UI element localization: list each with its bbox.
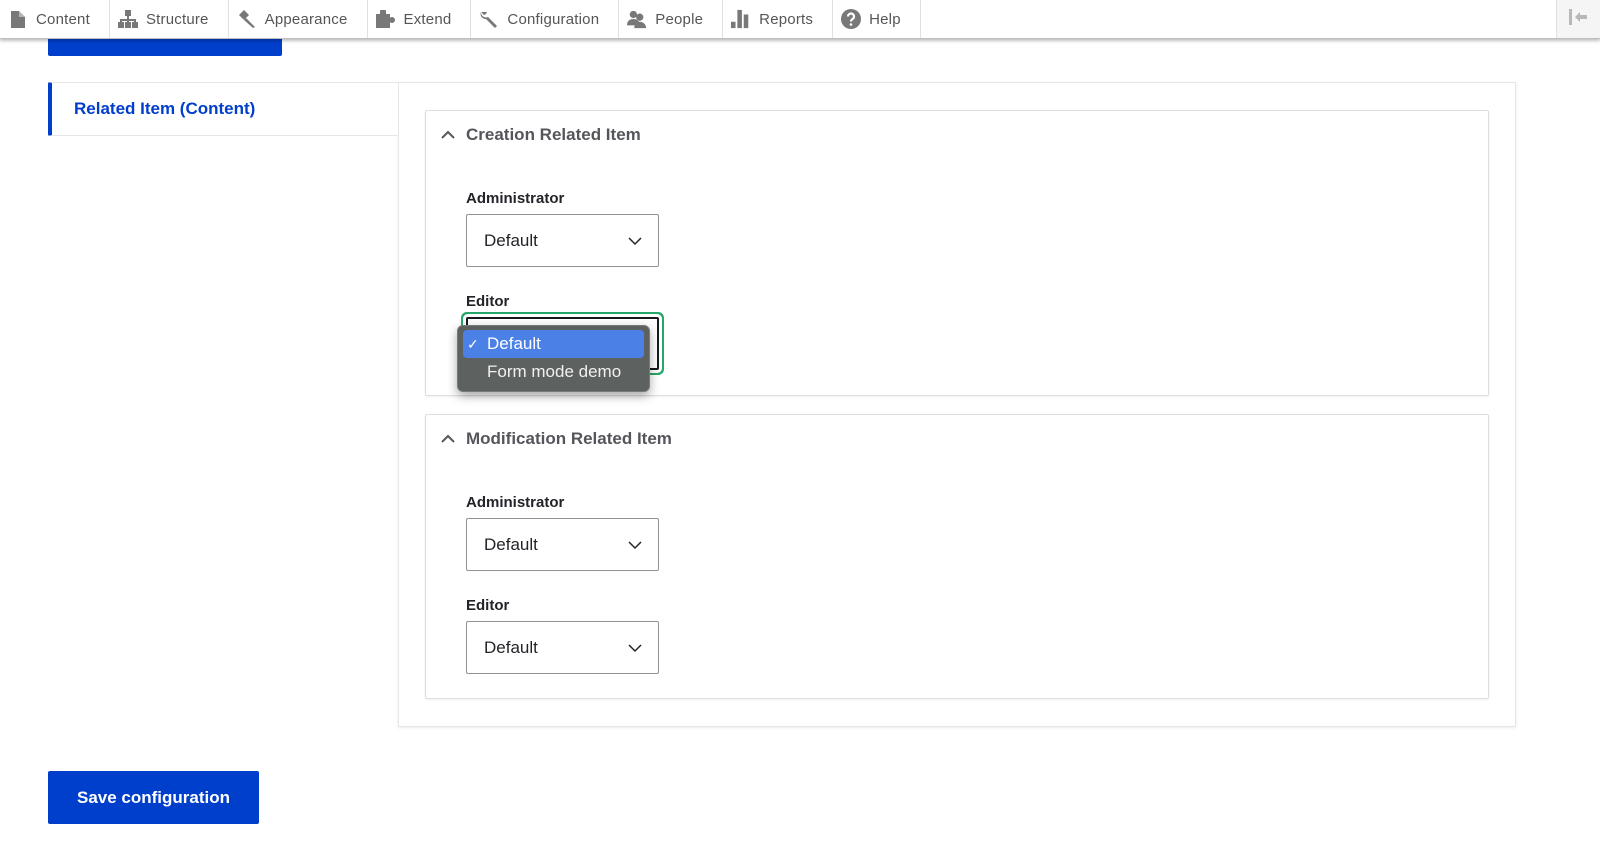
select-modification-administrator[interactable]: Default [466,518,659,571]
dropdown-option-default[interactable]: ✓ Default [463,330,644,358]
checkmark-icon: ✓ [467,335,479,352]
vertical-tab-pane: Creation Related Item Administrator Defa… [398,82,1516,727]
toolbar-item-extend[interactable]: Extend [368,0,472,38]
paintbrush-icon [237,9,257,29]
dropdown-option-form-mode-demo[interactable]: Form mode demo [463,358,644,386]
puzzle-icon [375,9,396,29]
toolbar-item-label: Configuration [507,10,600,28]
toolbar-item-reports[interactable]: Reports [723,0,834,38]
chevron-down-icon [628,641,642,655]
toolbar-collapse-button[interactable] [1556,0,1600,38]
option-label: Default [487,334,541,353]
toolbar-item-label: Help [869,10,901,28]
sitemap-icon [117,9,138,29]
bar-chart-icon [731,9,751,29]
field-label-administrator: Administrator [466,494,565,511]
chevron-down-icon [628,538,642,552]
vertical-tab-related-item[interactable]: Related Item (Content) [48,82,398,136]
toolbar-item-configuration[interactable]: Configuration [471,0,620,38]
toolbar-item-label: Reports [759,10,814,28]
select-creation-administrator[interactable]: Default [466,214,659,267]
people-icon [627,9,647,29]
details-title: Modification Related Item [466,429,672,448]
toolbar-item-structure[interactable]: Structure [110,0,229,38]
details-summary-creation[interactable]: Creation Related Item [440,125,641,145]
select-dropdown-popup: ✓ Default Form mode demo [457,325,650,392]
field-label-editor: Editor [466,293,510,310]
admin-toolbar: Content Structure Appearance Extend Conf… [0,0,1600,39]
field-label-administrator: Administrator [466,190,565,207]
toolbar-item-people[interactable]: People [619,0,724,38]
details-summary-modification[interactable]: Modification Related Item [440,429,672,449]
toolbar-item-label: Extend [403,10,452,28]
save-configuration-button[interactable]: Save configuration [48,771,259,824]
option-label: Form mode demo [487,362,622,381]
select-value: Default [484,534,538,554]
select-modification-editor[interactable]: Default [466,621,659,674]
toolbar-item-label: Structure [145,10,209,28]
toolbar-item-label: Appearance [264,10,348,28]
wrench-icon [479,9,499,29]
chevron-up-icon [440,127,456,143]
select-value: Default [484,637,538,657]
toolbar-item-appearance[interactable]: Appearance [229,0,368,38]
help-icon [841,9,862,29]
chevron-down-icon [628,234,642,248]
toolbar-item-label: People [655,10,704,28]
select-value: Default [484,230,538,250]
file-icon [8,9,28,29]
toolbar-item-content[interactable]: Content [0,0,110,38]
chevron-up-icon [440,431,456,447]
details-title: Creation Related Item [466,125,641,144]
details-modification-related-item: Modification Related Item Administrator … [425,414,1489,699]
toolbar-item-label: Content [36,10,90,28]
field-label-editor: Editor [466,597,510,614]
vertical-tab-label: Related Item (Content) [74,99,256,118]
collapse-left-icon [1568,8,1589,30]
toolbar-item-help[interactable]: Help [833,0,921,38]
vertical-tabs: Creation Related Item Administrator Defa… [48,82,1516,727]
